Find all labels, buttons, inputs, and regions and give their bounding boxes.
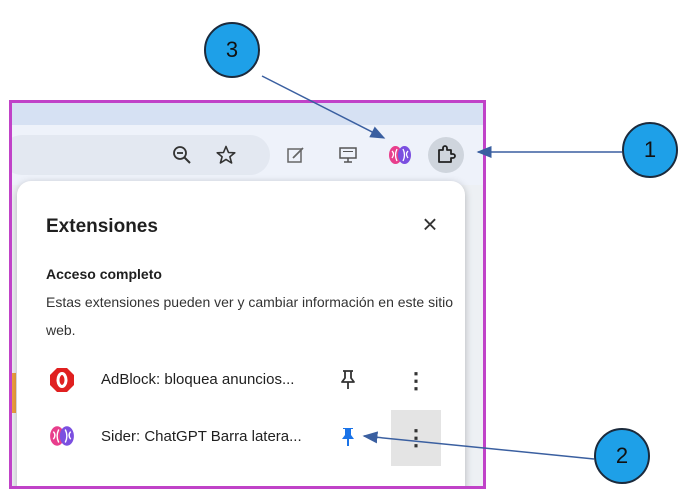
callout-2: 2 bbox=[594, 428, 650, 484]
arrow-3 bbox=[261, 75, 386, 139]
callout-3: 3 bbox=[204, 22, 260, 78]
annotation-arrows bbox=[261, 75, 622, 460]
callout-1: 1 bbox=[622, 122, 678, 178]
arrow-2 bbox=[362, 431, 595, 460]
